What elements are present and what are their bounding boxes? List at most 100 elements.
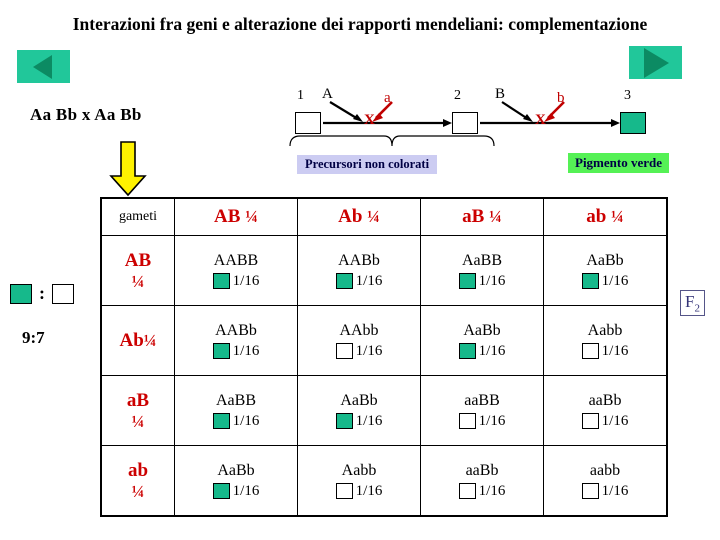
ratio-value: 9:7 xyxy=(22,328,45,347)
phenotype-swatch-2-2 xyxy=(458,413,476,430)
frequency-1-3: 1/16 xyxy=(601,343,629,360)
punnett-col-header-2: aB ¼ xyxy=(420,197,544,236)
phenotype-swatch-0-0 xyxy=(212,273,230,290)
genotype-1-1: AAbb xyxy=(339,321,379,339)
frequency-3-3: 1/16 xyxy=(601,483,629,500)
punnett-square-table: gameti AB ¼ Ab ¼ aB ¼ ab ¼ AB ¼ AABB 1/1… xyxy=(100,197,668,517)
punnett-cell-1-0: AABb 1/16 xyxy=(174,305,298,376)
punnett-row-header-0: AB ¼ xyxy=(100,235,175,306)
parental-cross-label: Aa Bb x Aa Bb xyxy=(30,105,142,124)
legend-swatch-green xyxy=(10,283,32,304)
ratio-line-2-2: 1/16 xyxy=(421,412,543,430)
punnett-col-header-0: AB ¼ xyxy=(174,197,298,236)
table-row: ab ¼ AaBb 1/16 Aabb 1/16 aaBb 1/16 aabb … xyxy=(100,445,668,517)
punnett-cell-3-2: aaBb 1/16 xyxy=(420,445,544,517)
row-freq-0: ¼ xyxy=(131,271,145,291)
previous-slide-button[interactable] xyxy=(17,50,70,83)
ratio-line-0-2: 1/16 xyxy=(421,272,543,290)
ratio-line-3-3: 1/16 xyxy=(544,482,666,500)
genotype-1-3: Aabb xyxy=(587,321,623,339)
ratio-line-1-2: 1/16 xyxy=(421,342,543,360)
ratio-line-2-3: 1/16 xyxy=(544,412,666,430)
down-arrow-icon xyxy=(108,140,148,203)
punnett-cell-0-0: AABB 1/16 xyxy=(174,235,298,306)
punnett-cell-2-3: aaBb 1/16 xyxy=(543,375,668,446)
table-row: aB ¼ AaBB 1/16 AaBb 1/16 aaBB 1/16 aaBb … xyxy=(100,375,668,446)
ratio-line-2-0: 1/16 xyxy=(175,412,297,430)
punnett-row-header-3: ab ¼ xyxy=(100,445,175,517)
genotype-2-3: aaBb xyxy=(588,391,622,409)
frequency-2-3: 1/16 xyxy=(601,413,629,430)
frequency-3-2: 1/16 xyxy=(478,483,506,500)
genotype-3-2: aaBb xyxy=(465,461,499,479)
punnett-cell-1-2: AaBb 1/16 xyxy=(420,305,544,376)
pathway-block-x-1: X xyxy=(364,112,375,128)
ratio-line-1-1: 1/16 xyxy=(298,342,420,360)
triangle-right-icon xyxy=(644,47,669,78)
frequency-1-2: 1/16 xyxy=(478,343,506,360)
phenotype-swatch-3-2 xyxy=(458,483,476,500)
punnett-cell-2-2: aaBB 1/16 xyxy=(420,375,544,446)
genotype-1-0: AABb xyxy=(215,321,257,339)
frequency-3-1: 1/16 xyxy=(355,483,383,500)
phenotype-swatch-1-2 xyxy=(458,343,476,360)
punnett-cell-0-2: AaBB 1/16 xyxy=(420,235,544,306)
page-title: Interazioni fra geni e alterazione dei r… xyxy=(72,14,648,34)
col-freq-3: ¼ xyxy=(611,207,624,226)
col-gamete-0: AB xyxy=(214,206,241,227)
genotype-3-1: Aabb xyxy=(341,461,377,479)
legend-swatch-white xyxy=(52,283,74,304)
punnett-cell-2-0: AaBB 1/16 xyxy=(174,375,298,446)
genotype-2-2: aaBB xyxy=(464,391,500,409)
ratio-line-0-3: 1/16 xyxy=(544,272,666,290)
ratio-line-3-1: 1/16 xyxy=(298,482,420,500)
row-gamete-3: ab xyxy=(127,459,149,481)
phenotype-ratio-legend: : xyxy=(10,283,74,304)
row-freq-1: ¼ xyxy=(143,330,157,350)
punnett-cell-3-3: aabb 1/16 xyxy=(543,445,668,517)
col-freq-0: ¼ xyxy=(245,207,258,226)
row-gamete-1: Ab¼ xyxy=(102,330,174,352)
phenotype-swatch-1-3 xyxy=(581,343,599,360)
phenotype-swatch-3-1 xyxy=(335,483,353,500)
phenotype-swatch-0-3 xyxy=(581,273,599,290)
frequency-1-1: 1/16 xyxy=(355,343,383,360)
ratio-line-0-1: 1/16 xyxy=(298,272,420,290)
punnett-cell-0-3: AaBb 1/16 xyxy=(543,235,668,306)
col-freq-1: ¼ xyxy=(367,207,380,226)
pathway-arrows xyxy=(323,101,620,127)
row-gamete-0: AB xyxy=(124,249,152,271)
ratio-line-3-0: 1/16 xyxy=(175,482,297,500)
punnett-cell-1-3: Aabb 1/16 xyxy=(543,305,668,376)
ratio-line-3-2: 1/16 xyxy=(421,482,543,500)
punnett-col-header-1: Ab ¼ xyxy=(297,197,421,236)
phenotype-swatch-1-0 xyxy=(212,343,230,360)
biochemical-pathway-diagram: 1 2 3 A a B b X X xyxy=(280,86,700,147)
ratio-line-1-0: 1/16 xyxy=(175,342,297,360)
table-row: AB ¼ AABB 1/16 AABb 1/16 AaBB 1/16 AaBb … xyxy=(100,235,668,306)
phenotype-swatch-2-3 xyxy=(581,413,599,430)
genotype-3-0: AaBb xyxy=(217,461,255,479)
genotype-0-0: AABB xyxy=(213,251,259,269)
ratio-line-2-1: 1/16 xyxy=(298,412,420,430)
genotype-0-3: AaBb xyxy=(586,251,624,269)
punnett-cell-0-1: AABb 1/16 xyxy=(297,235,421,306)
next-slide-button[interactable] xyxy=(629,46,682,79)
phenotype-swatch-3-0 xyxy=(212,483,230,500)
punnett-cell-1-1: AAbb 1/16 xyxy=(297,305,421,376)
triangle-left-icon xyxy=(33,54,52,79)
phenotype-swatch-2-0 xyxy=(212,413,230,430)
punnett-corner-label: gameti xyxy=(100,197,175,236)
punnett-row-header-1: Ab¼ xyxy=(100,305,175,376)
genotype-0-2: AaBB xyxy=(462,251,502,269)
row-gamete-2: aB xyxy=(126,389,150,411)
genotype-1-2: AaBb xyxy=(463,321,501,339)
genotype-0-1: AABb xyxy=(338,251,380,269)
f2-subscript: 2 xyxy=(694,302,700,315)
ratio-line-0-0: 1/16 xyxy=(175,272,297,290)
phenotype-swatch-1-1 xyxy=(335,343,353,360)
precursor-brace-icon xyxy=(289,135,495,147)
punnett-header-row: gameti AB ¼ Ab ¼ aB ¼ ab ¼ xyxy=(100,197,668,236)
generation-badge-f2: F2 xyxy=(680,290,705,317)
legend-colon: : xyxy=(39,283,45,303)
